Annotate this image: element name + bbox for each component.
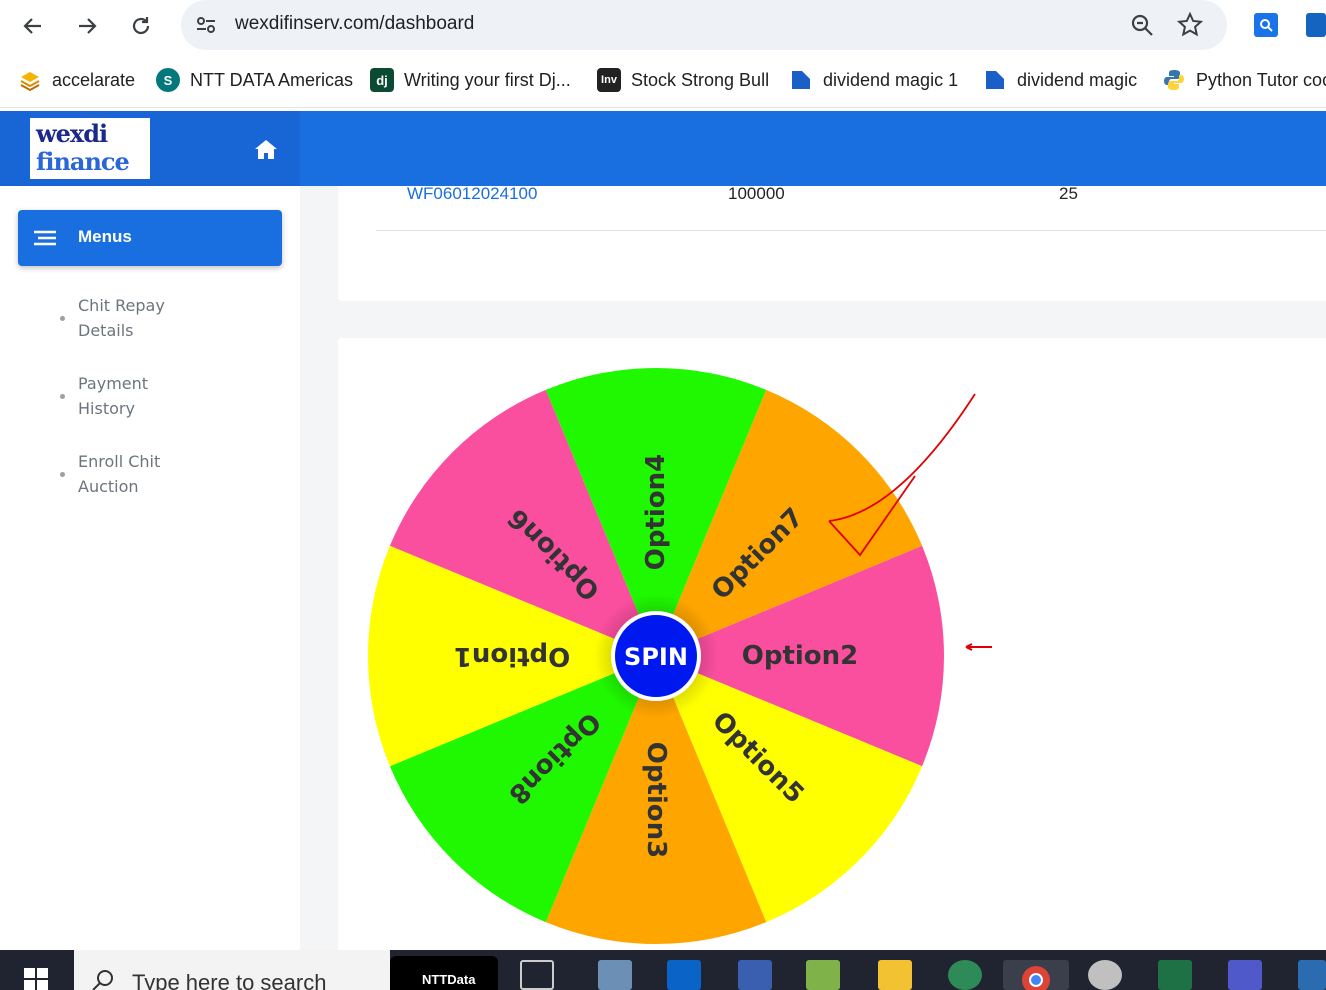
bookmark-label: dividend magic 1 [823, 69, 959, 90]
bookmark-item[interactable]: accelarate [18, 68, 135, 92]
sidebar-item-label: Details [78, 321, 134, 340]
bullet-icon [60, 472, 65, 477]
wheel-label-option4: Option4 [641, 454, 671, 571]
python-icon [1162, 68, 1186, 92]
chrome-icon[interactable] [1003, 960, 1069, 990]
forward-arrow-icon[interactable] [69, 8, 105, 44]
nttdata-taskbar-button[interactable]: NTTData [390, 956, 498, 990]
layers-icon [18, 68, 42, 92]
spin-wheel-card: Option2 Option5 Option3 Option8 Option1 Optio… [338, 338, 1326, 950]
investing-icon: Inv [597, 68, 621, 92]
bookmark-label: NTT DATA Americas [190, 69, 354, 90]
main-content: WF06012024100 100000 25 Option2 Option5 Op… [300, 186, 1326, 950]
network-icon[interactable] [738, 960, 772, 990]
chit-id-link[interactable]: WF06012024100 [407, 186, 537, 204]
globe-app-icon[interactable] [948, 960, 982, 990]
bookmark-item[interactable]: Inv Stock Strong Bull [597, 68, 769, 92]
site-info-icon[interactable] [195, 14, 217, 36]
home-icon[interactable] [254, 138, 278, 160]
document-icon [789, 68, 813, 92]
back-arrow-icon[interactable] [15, 8, 51, 44]
menus-button[interactable]: Menus [18, 210, 282, 266]
pointer-arrow-icon [965, 643, 992, 651]
django-icon: dj [370, 68, 394, 92]
sidebar-item-enroll-chit[interactable]: Enroll Chit Auction [78, 449, 258, 499]
sidebar-item-label: Enroll Chit [78, 452, 161, 471]
zoom-icon[interactable] [1129, 12, 1155, 38]
wheel-label-option1: Option1 [454, 641, 571, 671]
bookmark-item[interactable]: dj Writing your first Dj... [370, 68, 571, 92]
wheel-label-option2: Option2 [742, 641, 859, 671]
notepad-icon[interactable] [806, 960, 840, 990]
sidebar-item-label: Chit Repay [78, 296, 165, 315]
bullet-icon [60, 316, 65, 321]
windows-start-icon[interactable] [0, 950, 72, 990]
teams-icon[interactable] [1228, 960, 1262, 990]
bullet-icon [60, 394, 65, 399]
sidebar-item-chit-repay[interactable]: Chit Repay Details [78, 293, 258, 343]
logo-line-2: finance [36, 147, 130, 176]
chit-table-card: WF06012024100 100000 25 [338, 186, 1326, 301]
bookmark-label: dividend magic [1017, 69, 1138, 90]
extension-search-icon[interactable] [1254, 13, 1278, 37]
nttdata-label: NTTData [422, 972, 476, 987]
search-placeholder: Type here to search [132, 970, 327, 990]
taskbar: Type here to search NTTData [0, 950, 1326, 990]
menus-label: Menus [78, 227, 132, 246]
logo-area: wexdi finance [0, 111, 300, 186]
app-header: wexdi finance [0, 111, 1326, 186]
bookmark-item[interactable]: dividend magic [983, 68, 1137, 92]
bookmark-item[interactable]: S NTT DATA Americas [156, 68, 353, 92]
sidebar-item-label: History [78, 399, 135, 418]
spin-button-label[interactable]: SPIN [624, 643, 688, 671]
sidebar-item-payment-history[interactable]: Payment History [78, 371, 258, 421]
reload-icon[interactable] [123, 8, 159, 44]
table-row-divider [376, 230, 1326, 231]
taskbar-search[interactable]: Type here to search [74, 950, 390, 990]
sidebar-item-label: Auction [78, 477, 139, 496]
brand-logo[interactable]: wexdi finance [30, 118, 150, 179]
address-bar[interactable]: wexdifinserv.com/dashboard [181, 0, 1227, 50]
search-icon [92, 970, 113, 990]
bookmark-label: Stock Strong Bull [631, 69, 770, 90]
bookmarks-bar: accelarate S NTT DATA Americas dj Writin… [0, 54, 1326, 108]
logo-line-1: wexdi [36, 119, 108, 148]
url-text[interactable]: wexdifinserv.com/dashboard [235, 13, 474, 35]
bookmark-label: Writing your first Dj... [404, 69, 571, 90]
sidebar: Menus Chit Repay Details Payment History… [0, 186, 300, 950]
extension-grid-icon[interactable] [1306, 13, 1326, 37]
excel-icon[interactable] [1158, 960, 1192, 990]
browser-toolbar: wexdifinserv.com/dashboard [0, 0, 1326, 54]
chit-amount: 100000 [728, 186, 785, 203]
bookmark-label: Python Tutor coc [1196, 69, 1326, 90]
wheel-label-option3: Option3 [641, 742, 671, 859]
chit-count: 25 [1059, 186, 1078, 203]
spin-wheel: Option2Option5Option3Option8Option1Optio… [368, 368, 992, 944]
file-explorer-icon[interactable] [878, 960, 912, 990]
calculator-icon[interactable] [598, 960, 632, 990]
bookmark-item[interactable]: dividend magic 1 [789, 68, 958, 92]
bookmark-star-icon[interactable] [1177, 12, 1203, 38]
python-app-icon[interactable] [1298, 960, 1326, 990]
satellite-icon[interactable] [1088, 960, 1122, 990]
bookmark-label: accelarate [52, 69, 136, 90]
outlook-icon[interactable] [667, 960, 701, 990]
sharepoint-icon: S [156, 68, 180, 92]
hamburger-icon [34, 230, 56, 246]
sidebar-item-label: Payment [78, 374, 149, 393]
bookmark-item[interactable]: Python Tutor coc [1162, 68, 1326, 92]
task-view-icon[interactable] [520, 960, 554, 990]
document-icon [983, 68, 1007, 92]
